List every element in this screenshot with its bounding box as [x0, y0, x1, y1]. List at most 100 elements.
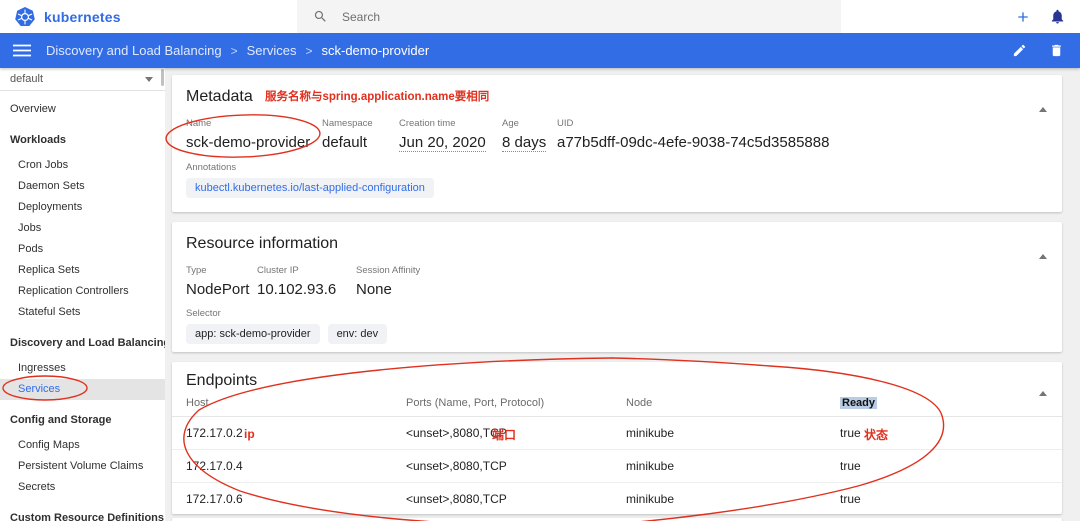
endpoint-ports: <unset>,8080,TCP	[406, 459, 507, 473]
resource-title-row: Resource information	[172, 222, 1062, 253]
endpoints-col-node: Node	[626, 397, 653, 409]
field-value: 8 days	[502, 134, 547, 152]
metadata-title-row: Metadata	[172, 75, 1062, 106]
sidebar-item-custom-resource-definitions: Custom Resource Definitions	[10, 512, 165, 521]
sidebar-nav: Overview Workloads Cron Jobs Daemon Sets Dep…	[0, 91, 165, 521]
endpoints-header-row: Host Ports (Name, Port, Protocol) Node Read…	[172, 390, 1062, 417]
endpoint-ports: <unset>,8080,TCP	[406, 492, 507, 506]
search-icon	[313, 9, 328, 24]
selector-chip-env-dev: env: dev	[327, 324, 388, 344]
sidebar-item-ingresses[interactable]: Ingresses	[0, 358, 165, 379]
menu-icon[interactable]	[13, 44, 31, 57]
metadata-title: Metadata	[186, 88, 253, 105]
field-value: sck-demo-provider	[186, 134, 311, 151]
field-cluster-ip: Cluster IP 10.102.93.6	[257, 265, 356, 298]
collapse-icon[interactable]	[1037, 88, 1049, 112]
add-icon[interactable]	[1015, 9, 1031, 25]
selector-chip-app-sck-demo-provider: app: sck-demo-provider	[186, 324, 320, 344]
field-value: 10.102.93.6	[257, 281, 337, 298]
field-label: Name	[186, 118, 212, 129]
sidebar-item-stateful-sets[interactable]: Stateful Sets	[0, 302, 165, 323]
annotations-label: Annotations	[186, 162, 237, 173]
endpoint-row: 172.17.0.6 <unset>,8080,TCP minikube true	[172, 483, 1062, 515]
breadcrumb-item-services[interactable]: Services	[247, 43, 297, 58]
breadcrumb-separator: >	[305, 43, 313, 58]
endpoint-node: minikube	[626, 459, 675, 473]
endpoint-host: 172.17.0.6	[186, 492, 243, 506]
sidebar-item-overview[interactable]: Overview	[0, 99, 165, 120]
sidebar-item-deployments[interactable]: Deployments	[0, 197, 165, 218]
sidebar-item-cron-jobs[interactable]: Cron Jobs	[0, 155, 165, 176]
field-label: Session Affinity	[356, 265, 421, 276]
sidebar-item-config-maps[interactable]: Config Maps	[0, 435, 165, 456]
field-session-affinity: Session Affinity None	[356, 265, 1048, 298]
collapse-icon[interactable]	[1037, 372, 1049, 396]
annotation-chip[interactable]: kubectl.kubernetes.io/last-applied-confi…	[186, 178, 434, 198]
top-bar: kubernetes Search	[0, 0, 1080, 33]
resource-info-card: Resource information Type NodePort Cluster…	[172, 222, 1062, 352]
endpoint-ready: true	[840, 459, 861, 473]
endpoints-title-row: Endpoints	[172, 362, 1062, 390]
field-creation-time: Creation time Jun 20, 2020	[399, 118, 502, 152]
sidebar-item-pods[interactable]: Pods	[0, 239, 165, 260]
field-label: UID	[557, 118, 574, 129]
sidebar-item-jobs[interactable]: Jobs	[0, 218, 165, 239]
field-label: Type	[186, 265, 207, 276]
field-type: Type NodePort	[186, 265, 257, 298]
breadcrumb-separator: >	[230, 43, 238, 58]
notifications-icon[interactable]	[1049, 8, 1066, 25]
sidebar: default Overview Workloads Cron Jobs Daemon…	[0, 68, 165, 521]
field-label: Cluster IP	[257, 265, 299, 276]
endpoints-col-host: Host	[186, 397, 209, 409]
sidebar-item-replica-sets[interactable]: Replica Sets	[0, 260, 165, 281]
search-input[interactable]: Search	[297, 0, 841, 33]
field-namespace: Namespace default	[322, 118, 399, 152]
namespace-selector[interactable]: default	[0, 68, 165, 91]
field-label: Creation time	[399, 118, 456, 129]
main-content: Metadata Name sck-demo-provider Namespace d…	[165, 68, 1080, 521]
metadata-card: Metadata Name sck-demo-provider Namespace d…	[172, 75, 1062, 212]
sidebar-scrollbar[interactable]	[161, 69, 164, 86]
brand-name: kubernetes	[44, 8, 121, 25]
sidebar-item-replication-controllers[interactable]: Replication Controllers	[0, 281, 165, 302]
field-value: default	[322, 134, 368, 151]
field-name: Name sck-demo-provider	[186, 118, 322, 152]
selector-block: Selector app: sck-demo-provider env: dev	[172, 308, 1062, 344]
sidebar-item-daemon-sets[interactable]: Daemon Sets	[0, 176, 165, 197]
endpoint-node: minikube	[626, 492, 675, 506]
sidebar-item-services[interactable]: Services	[0, 379, 165, 400]
field-label: Namespace	[322, 118, 373, 129]
endpoints-col-ports-name-port-protocol: Ports (Name, Port, Protocol)	[406, 397, 545, 409]
sidebar-item-persistent-volume-claims[interactable]: Persistent Volume Claims	[0, 456, 165, 477]
sidebar-item-discovery-and-load-balancing: Discovery and Load Balancing	[10, 337, 165, 349]
sidebar-item-config-and-storage: Config and Storage	[10, 414, 112, 426]
breadcrumb: Discovery and Load Balancing > Services > sc…	[46, 43, 429, 58]
namespace-value: default	[10, 73, 44, 85]
breadcrumb-item-discovery-and-load-balancing[interactable]: Discovery and Load Balancing	[46, 43, 222, 58]
field-value: None	[356, 281, 392, 298]
endpoint-ready: true	[840, 492, 861, 506]
selector-label: Selector	[186, 308, 221, 319]
endpoint-node: minikube	[626, 426, 675, 440]
sidebar-item-workloads: Workloads	[10, 134, 67, 146]
field-label: Age	[502, 118, 519, 129]
brand: kubernetes	[0, 0, 297, 33]
edit-icon[interactable]	[1012, 43, 1027, 58]
delete-icon[interactable]	[1049, 43, 1064, 58]
endpoint-host: 172.17.0.4	[186, 459, 243, 473]
field-value: a77b5dff-09dc-4efe-9038-74c5d3585888	[557, 134, 830, 151]
chevron-down-icon	[145, 76, 153, 82]
breadcrumb-item-sck-demo-provider: sck-demo-provider	[321, 43, 430, 58]
kubernetes-dashboard: kubernetes Search Discovery and Load Bal…	[0, 0, 1080, 521]
endpoints-body: 172.17.0.2 <unset>,8080,TCP minikube true 17…	[172, 417, 1062, 515]
endpoint-row: 172.17.0.4 <unset>,8080,TCP minikube true	[172, 450, 1062, 483]
collapse-icon[interactable]	[1037, 235, 1049, 259]
endpoints-col-ready: Ready	[840, 397, 878, 409]
bluebar-actions	[1012, 43, 1080, 58]
breadcrumb-bar: Discovery and Load Balancing > Services > sc…	[0, 33, 1080, 68]
metadata-fields: Name sck-demo-provider Namespace default Cre…	[172, 118, 1062, 152]
field-value: Jun 20, 2020	[399, 134, 486, 152]
endpoints-title: Endpoints	[186, 372, 258, 389]
sidebar-item-secrets[interactable]: Secrets	[0, 477, 165, 498]
endpoints-card: Endpoints Host Ports (Name, Port, Protoco…	[172, 362, 1062, 514]
